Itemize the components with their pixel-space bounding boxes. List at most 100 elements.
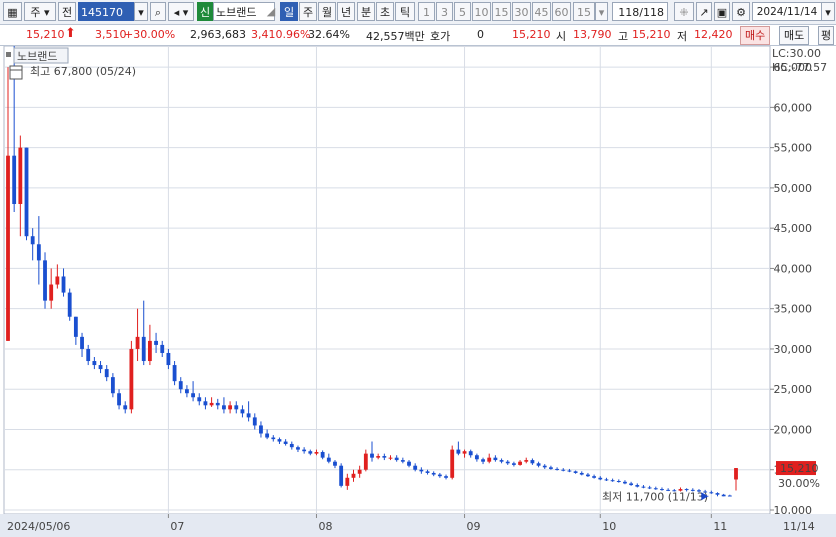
candle-body: [616, 481, 621, 483]
candle-body: [166, 352, 171, 366]
date-axis: 2024/05/06 07 08 09 10 11 11/14: [0, 514, 836, 537]
tab-minute[interactable]: 분: [357, 2, 375, 21]
search-icon[interactable]: ⌕: [150, 2, 166, 21]
current-price: 15,210: [26, 28, 65, 41]
candle-body: [394, 457, 399, 461]
candle-body: [203, 401, 208, 406]
candle-body: [289, 443, 294, 448]
legend-name: 노브랜드: [17, 50, 57, 63]
candle-body: [80, 336, 84, 349]
tab-month[interactable]: 월: [318, 2, 336, 21]
candle-body: [296, 447, 300, 450]
prev-select[interactable]: 전: [58, 2, 76, 21]
candle-body: [407, 461, 411, 466]
tab-week[interactable]: 주: [299, 2, 317, 21]
candle-body: [481, 459, 485, 462]
date-input[interactable]: 2024/11/14: [752, 2, 822, 21]
candle-body: [437, 474, 442, 477]
interval-1[interactable]: 1: [418, 2, 435, 21]
candle-body: [511, 463, 516, 465]
candle-body: [370, 453, 374, 458]
candle-body: [12, 155, 17, 204]
interval-input[interactable]: 15: [573, 2, 595, 21]
candle-body: [222, 405, 226, 410]
max-annotation: 최고 67,800 (05/24): [30, 65, 136, 78]
candle-body: [18, 147, 23, 204]
candle-body: [154, 340, 158, 345]
gear-icon[interactable]: ⚙: [732, 2, 750, 21]
x-tick-label: 10: [602, 520, 616, 533]
draw-line-icon[interactable]: ↗: [696, 2, 712, 21]
speaker-icon[interactable]: ◂ ▾: [168, 2, 194, 21]
candle-body: [561, 469, 566, 471]
interval-3[interactable]: 3: [436, 2, 453, 21]
candle-body: [308, 451, 313, 454]
grid-icon[interactable]: ▦: [3, 2, 22, 21]
y-tick-label: 40,000: [774, 262, 813, 275]
interval-15[interactable]: 15: [492, 2, 511, 21]
save-icon[interactable]: ▣: [714, 2, 730, 21]
interval-60[interactable]: 60: [552, 2, 571, 21]
open-label: 시: [556, 30, 567, 43]
candle-body: [357, 469, 362, 474]
candle-body: [715, 493, 720, 495]
candle-body: [567, 470, 572, 472]
candle-body: [110, 377, 115, 394]
stock-code-input[interactable]: 145170: [78, 2, 134, 21]
candle-body: [277, 439, 282, 442]
tab-tick[interactable]: 틱: [395, 2, 415, 21]
candle-body: [734, 468, 738, 480]
volume-pct: 3,410.96%: [251, 28, 311, 41]
x-tick-label: 08: [318, 520, 332, 533]
eval-button[interactable]: 평: [818, 26, 835, 45]
y-tick-label: 55,000: [774, 142, 813, 155]
buy-button[interactable]: 매수: [740, 26, 771, 45]
price-change-pct: +30.00%: [124, 28, 176, 41]
interval-10[interactable]: 10: [472, 2, 491, 21]
candle-body: [555, 468, 559, 470]
code-dropdown-icon[interactable]: ▾: [134, 2, 148, 21]
x-tick-label: 07: [170, 520, 184, 533]
candle-body: [400, 460, 405, 462]
candle-body: [462, 451, 467, 454]
turnover: 32.64%: [308, 28, 350, 41]
hc-label: HC:-77.57: [772, 61, 827, 74]
candle-body: [283, 441, 288, 444]
candle-body: [259, 425, 263, 434]
mode-select[interactable]: 주 ▾: [24, 2, 56, 21]
candle-body: [518, 461, 522, 465]
candle-body: [215, 402, 220, 406]
date-picker-icon[interactable]: ▾: [821, 2, 835, 21]
sync-icon[interactable]: ⁜: [674, 2, 694, 21]
candle-body: [197, 397, 202, 402]
candle-body: [610, 480, 615, 482]
candle-body: [474, 455, 479, 460]
candle-body: [117, 393, 121, 406]
sell-button[interactable]: 매도: [779, 26, 810, 45]
candle-body: [444, 476, 448, 478]
x-tick-label: 2024/05/06: [7, 520, 70, 533]
interval-45[interactable]: 45: [532, 2, 551, 21]
price-change: 3,510: [95, 28, 127, 41]
interval-5[interactable]: 5: [454, 2, 471, 21]
high-price: 15,210: [632, 28, 671, 41]
candle-body: [549, 467, 553, 469]
candle-body: [653, 488, 658, 490]
legend-marker: [6, 52, 11, 57]
candle-body: [363, 453, 368, 470]
tab-second[interactable]: 초: [376, 2, 394, 21]
candle-body: [635, 485, 640, 487]
y-tick-label: 35,000: [774, 303, 813, 316]
tab-day[interactable]: 일: [280, 2, 298, 21]
candle-body: [339, 465, 344, 486]
candle-body: [431, 472, 436, 475]
candle-body: [592, 476, 597, 478]
candle-body: [641, 486, 646, 488]
interval-30[interactable]: 30: [512, 2, 531, 21]
interval-dropdown-icon[interactable]: ▾: [595, 2, 608, 21]
tab-year[interactable]: 년: [337, 2, 355, 21]
date-axis-bg: [0, 514, 770, 537]
candle-body: [191, 393, 195, 398]
toolbar: ▦ 주 ▾ 전 145170 ▾ ⌕ ◂ ▾ 신 노브랜드 ◢ 일 주 월 년 …: [0, 0, 836, 25]
low-price: 12,420: [694, 28, 733, 41]
